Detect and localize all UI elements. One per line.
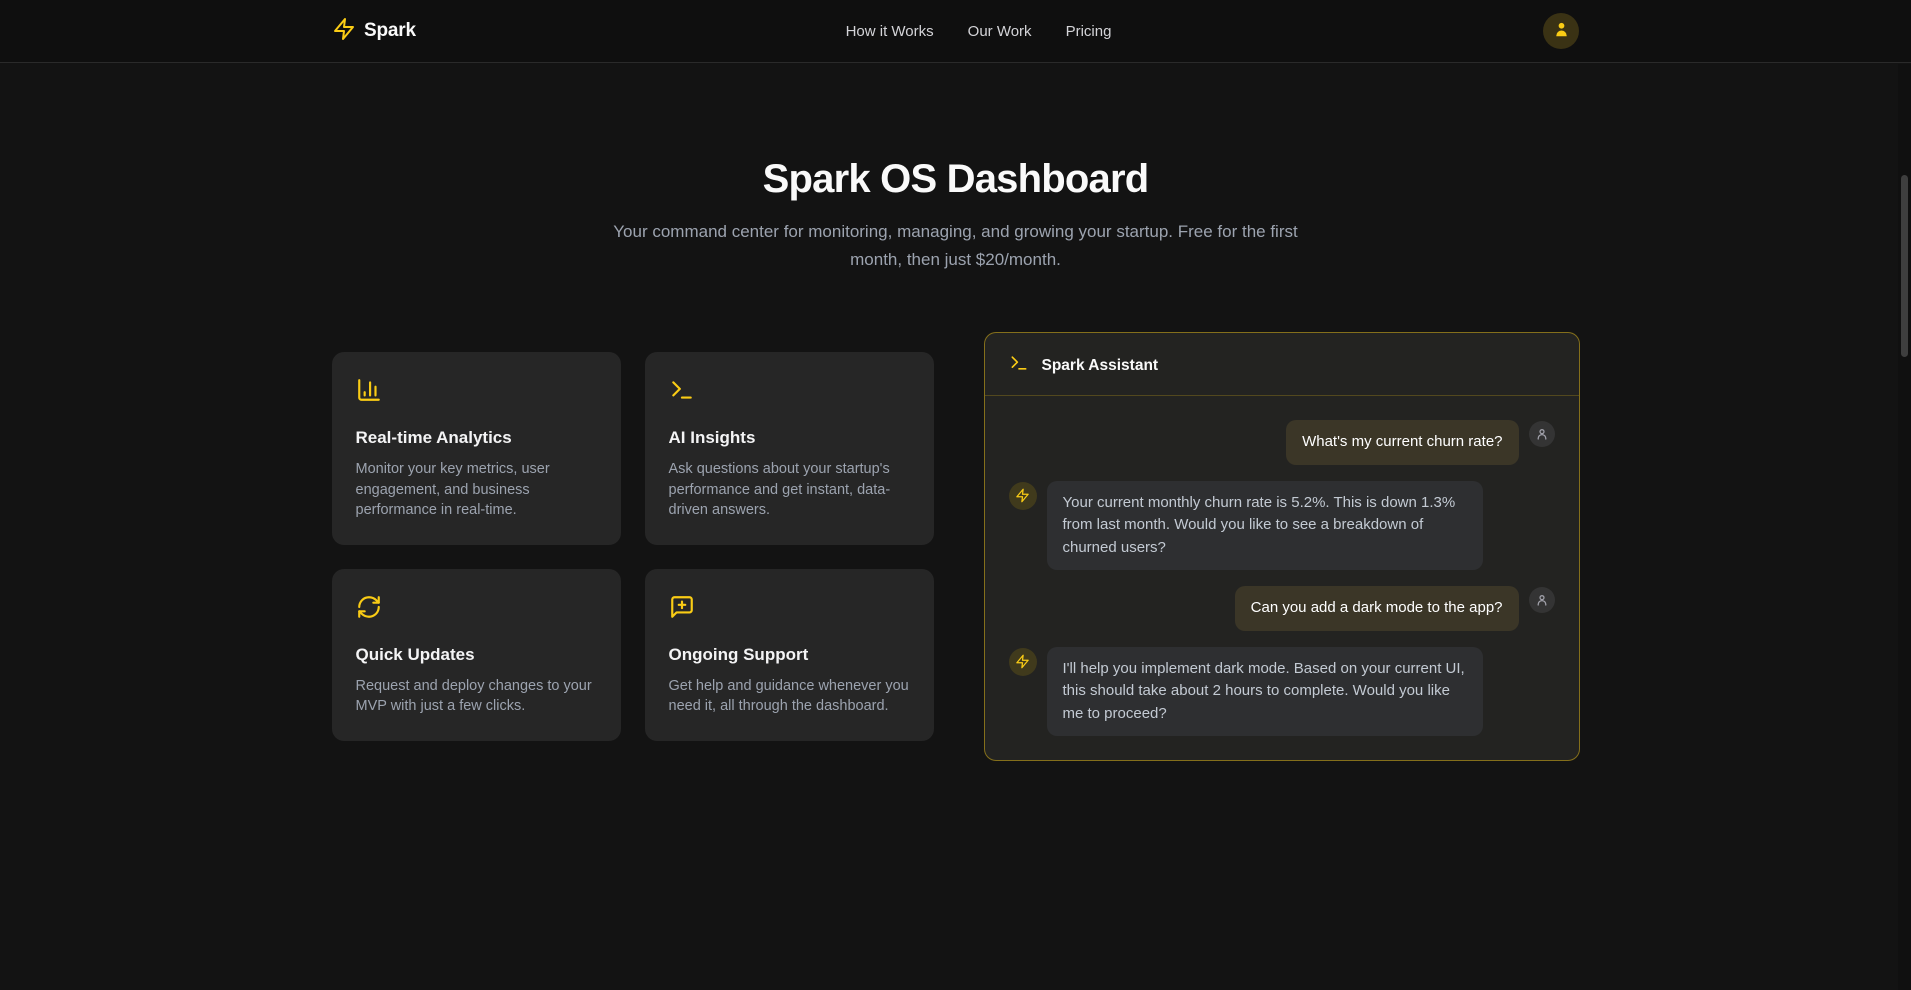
chat-header: Spark Assistant [985,333,1579,396]
message-square-plus-icon [669,594,910,620]
feature-description: Request and deploy changes to your MVP w… [356,676,597,717]
terminal-icon [1009,353,1029,378]
assistant-message-bubble: Your current monthly churn rate is 5.2%.… [1047,481,1483,571]
chat-message-user: What's my current churn rate? [1009,420,1555,465]
brand-name: Spark [364,20,416,42]
account-avatar-button[interactable] [1543,13,1579,49]
feature-card-ai-insights: AI Insights Ask questions about your sta… [645,352,934,545]
feature-grid: Real-time Analytics Monitor your key met… [332,352,934,741]
main-content: Real-time Analytics Monitor your key met… [332,332,1580,761]
bar-chart-icon [356,377,597,403]
user-message-bubble: What's my current churn rate? [1286,420,1518,465]
feature-title: AI Insights [669,428,910,448]
nav-link-how-it-works[interactable]: How it Works [846,23,934,40]
nav-links: How it Works Our Work Pricing [846,23,1112,40]
page-scrollbar-thumb[interactable] [1901,175,1908,357]
feature-description: Monitor your key metrics, user engagemen… [356,459,597,521]
user-avatar [1529,587,1555,613]
nav-link-our-work[interactable]: Our Work [968,23,1032,40]
user-avatar [1529,421,1555,447]
nav-link-pricing[interactable]: Pricing [1066,23,1112,40]
refresh-icon [356,594,597,620]
user-message-bubble: Can you add a dark mode to the app? [1235,586,1519,631]
assistant-message-bubble: I'll help you implement dark mode. Based… [1047,647,1483,737]
feature-card-ongoing-support: Ongoing Support Get help and guidance wh… [645,569,934,741]
terminal-icon [669,377,910,403]
top-nav: Spark How it Works Our Work Pricing [0,0,1911,63]
feature-title: Real-time Analytics [356,428,597,448]
chat-message-assistant: I'll help you implement dark mode. Based… [1009,647,1555,737]
chat-message-user: Can you add a dark mode to the app? [1009,586,1555,631]
assistant-zap-icon [1009,648,1037,676]
feature-title: Ongoing Support [669,645,910,665]
feature-description: Ask questions about your startup's perfo… [669,459,910,521]
user-icon [1552,20,1571,42]
chat-title: Spark Assistant [1042,357,1159,375]
chat-message-assistant: Your current monthly churn rate is 5.2%.… [1009,481,1555,571]
spark-assistant-panel: Spark Assistant What's my current churn … [984,332,1580,761]
feature-card-quick-updates: Quick Updates Request and deploy changes… [332,569,621,741]
assistant-zap-icon [1009,482,1037,510]
brand-logo[interactable]: Spark [332,17,416,46]
page-subtitle: Your command center for monitoring, mana… [606,218,1306,274]
feature-card-realtime-analytics: Real-time Analytics Monitor your key met… [332,352,621,545]
hero-section: Spark OS Dashboard Your command center f… [0,63,1911,274]
feature-description: Get help and guidance whenever you need … [669,676,910,717]
zap-icon [332,17,356,46]
feature-title: Quick Updates [356,645,597,665]
chat-message-list: What's my current churn rate? Your curre… [985,396,1579,760]
page-title: Spark OS Dashboard [0,157,1911,202]
